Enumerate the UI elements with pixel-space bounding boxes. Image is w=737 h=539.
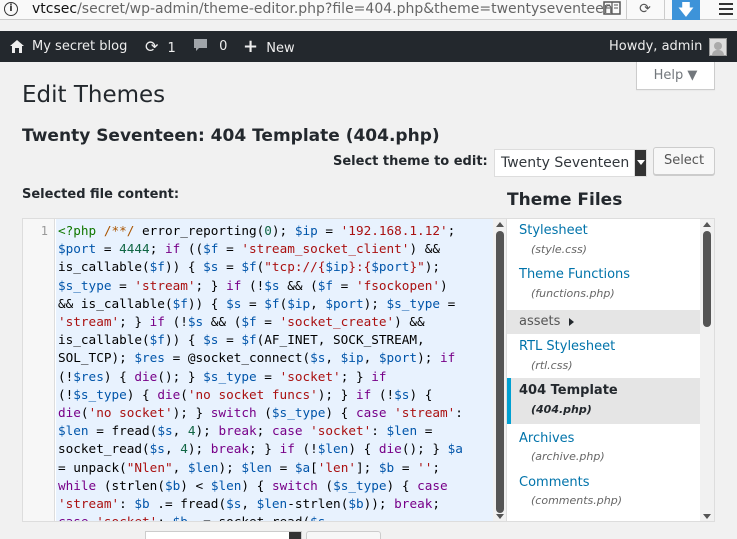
updates-link[interactable]: ⟳ 1 <box>145 31 176 62</box>
file-item-comments[interactable]: Comments (comments.php) <box>507 471 700 515</box>
chevron-down-icon <box>634 150 646 176</box>
url-field[interactable]: vtcsec/secret/wp-admin/theme-editor.php?… <box>32 1 613 17</box>
info-icon[interactable]: i <box>4 2 18 16</box>
theme-select-label: Select theme to edit: <box>333 154 488 169</box>
chevron-right-icon <box>569 318 574 326</box>
plus-icon: + <box>243 36 259 57</box>
browser-url-bar: i vtcsec/secret/wp-admin/theme-editor.ph… <box>0 0 737 20</box>
editor-scrollbar[interactable] <box>493 219 506 521</box>
divider <box>664 0 665 20</box>
file-item-stylesheet[interactable]: Stylesheet (style.css) <box>507 219 700 263</box>
file-item-label: Comments <box>519 475 590 490</box>
file-item-404-template[interactable]: 404 Template (404.php) <box>507 378 700 424</box>
url-path: /secret/wp-admin/theme-editor.php?file=4… <box>77 1 613 17</box>
wp-admin-bar: My secret blog ⟳ 1 0 + New Howdy, admin <box>0 31 737 62</box>
file-item-label: Theme Functions <box>519 267 631 282</box>
file-content-label: Selected file content: <box>22 187 180 202</box>
file-item-label: Stylesheet <box>519 223 588 238</box>
theme-files-heading: Theme Files <box>507 190 623 210</box>
comments-count: 0 <box>219 39 228 54</box>
hamburger-menu-icon[interactable] <box>716 0 736 20</box>
site-name-link[interactable]: My secret blog <box>32 31 127 62</box>
reload-icon[interactable]: ⟳ <box>636 1 654 18</box>
my-account-link[interactable]: Howdy, admin <box>609 31 702 62</box>
theme-select-dropdown[interactable]: Twenty Seventeen <box>494 149 647 177</box>
file-item-filename: (archive.php) <box>531 450 605 463</box>
updates-count: 1 <box>167 41 176 56</box>
file-item-functions[interactable]: Theme Functions (functions.php) <box>507 265 700 309</box>
updates-icon: ⟳ <box>145 37 159 56</box>
folder-label: assets <box>519 314 561 329</box>
file-item-label: RTL Stylesheet <box>519 339 616 354</box>
scroll-up-icon[interactable] <box>703 222 711 227</box>
comment-icon <box>194 39 207 51</box>
download-icon[interactable]: 🡇 <box>672 0 700 20</box>
file-item-filename: (rtl.css) <box>531 359 573 372</box>
partial-dropdown[interactable] <box>145 531 302 539</box>
url-host: vtcsec <box>32 1 78 17</box>
scrollbar-thumb[interactable] <box>496 231 504 513</box>
files-scrollbar[interactable] <box>700 219 714 521</box>
line-number-gutter: 1 <box>23 219 55 521</box>
comments-link[interactable]: 0 <box>193 31 227 62</box>
divider <box>626 0 627 20</box>
file-item-label: Archives <box>519 431 575 446</box>
folder-item-assets[interactable]: assets <box>507 310 700 334</box>
reader-view-icon[interactable] <box>603 1 621 18</box>
new-content-link[interactable]: + New <box>243 31 295 62</box>
help-button[interactable]: Help ▼ <box>636 62 715 90</box>
file-item-filename: (comments.php) <box>531 494 623 507</box>
wordpress-logo-icon[interactable] <box>8 31 26 62</box>
scrollbar-thumb[interactable] <box>703 231 711 327</box>
file-item-archives[interactable]: Archives (archive.php) <box>507 427 700 471</box>
scroll-up-icon[interactable] <box>496 222 504 227</box>
theme-files-list: Stylesheet (style.css) Theme Functions (… <box>507 218 715 522</box>
file-title: Twenty Seventeen: 404 Template (404.php) <box>22 126 440 146</box>
code-text[interactable]: <?php /**/ error_reporting(0); $ip = '19… <box>56 219 493 521</box>
scroll-down-icon[interactable] <box>703 514 711 519</box>
avatar[interactable] <box>709 38 727 56</box>
code-editor[interactable]: 1 <?php /**/ error_reporting(0); $ip = '… <box>22 218 507 522</box>
file-item-filename: (style.css) <box>531 243 587 256</box>
new-label: New <box>266 41 295 56</box>
line-number: 1 <box>40 224 48 238</box>
file-item-filename: (404.php) <box>531 403 592 416</box>
file-item-rtl-stylesheet[interactable]: RTL Stylesheet (rtl.css) <box>507 337 700 377</box>
select-theme-button[interactable]: Select <box>653 147 715 175</box>
theme-select-value: Twenty Seventeen <box>501 155 630 171</box>
partial-button[interactable] <box>306 531 381 539</box>
page-title: Edit Themes <box>22 82 166 108</box>
scroll-down-icon[interactable] <box>496 514 504 519</box>
file-item-label: 404 Template <box>519 383 618 398</box>
file-item-filename: (functions.php) <box>531 287 615 300</box>
